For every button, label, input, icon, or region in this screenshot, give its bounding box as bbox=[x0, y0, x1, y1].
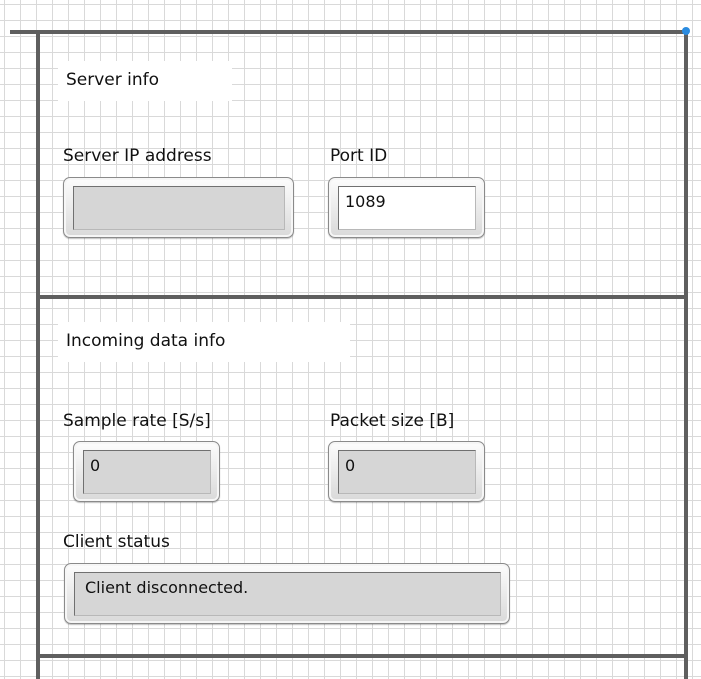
section-divider-bottom bbox=[36, 654, 688, 658]
server-ip-label: Server IP address bbox=[63, 146, 212, 166]
sample-rate-label: Sample rate [S/s] bbox=[63, 411, 211, 431]
client-status-value: Client disconnected. bbox=[74, 572, 501, 616]
packet-size-value: 0 bbox=[338, 450, 476, 494]
server-info-header: Server info bbox=[58, 61, 232, 101]
server-ip-value bbox=[73, 186, 285, 230]
section-divider bbox=[36, 295, 688, 299]
sample-rate-indicator[interactable]: 0 bbox=[73, 441, 220, 502]
packet-size-label: Packet size [B] bbox=[330, 411, 455, 431]
server-ip-indicator[interactable] bbox=[63, 177, 294, 238]
port-id-control[interactable]: 1089 bbox=[328, 177, 485, 238]
sample-rate-value: 0 bbox=[83, 450, 211, 494]
port-id-label: Port ID bbox=[330, 146, 388, 166]
panel-top-border bbox=[10, 30, 686, 34]
port-id-value[interactable]: 1089 bbox=[338, 186, 476, 230]
packet-size-indicator[interactable]: 0 bbox=[328, 441, 485, 502]
resize-handle-dot[interactable] bbox=[682, 27, 690, 35]
panel-left-border bbox=[36, 30, 40, 679]
client-status-label: Client status bbox=[63, 532, 170, 552]
incoming-data-info-header: Incoming data info bbox=[58, 322, 350, 362]
panel-right-border bbox=[684, 30, 688, 679]
client-status-indicator[interactable]: Client disconnected. bbox=[64, 563, 510, 624]
